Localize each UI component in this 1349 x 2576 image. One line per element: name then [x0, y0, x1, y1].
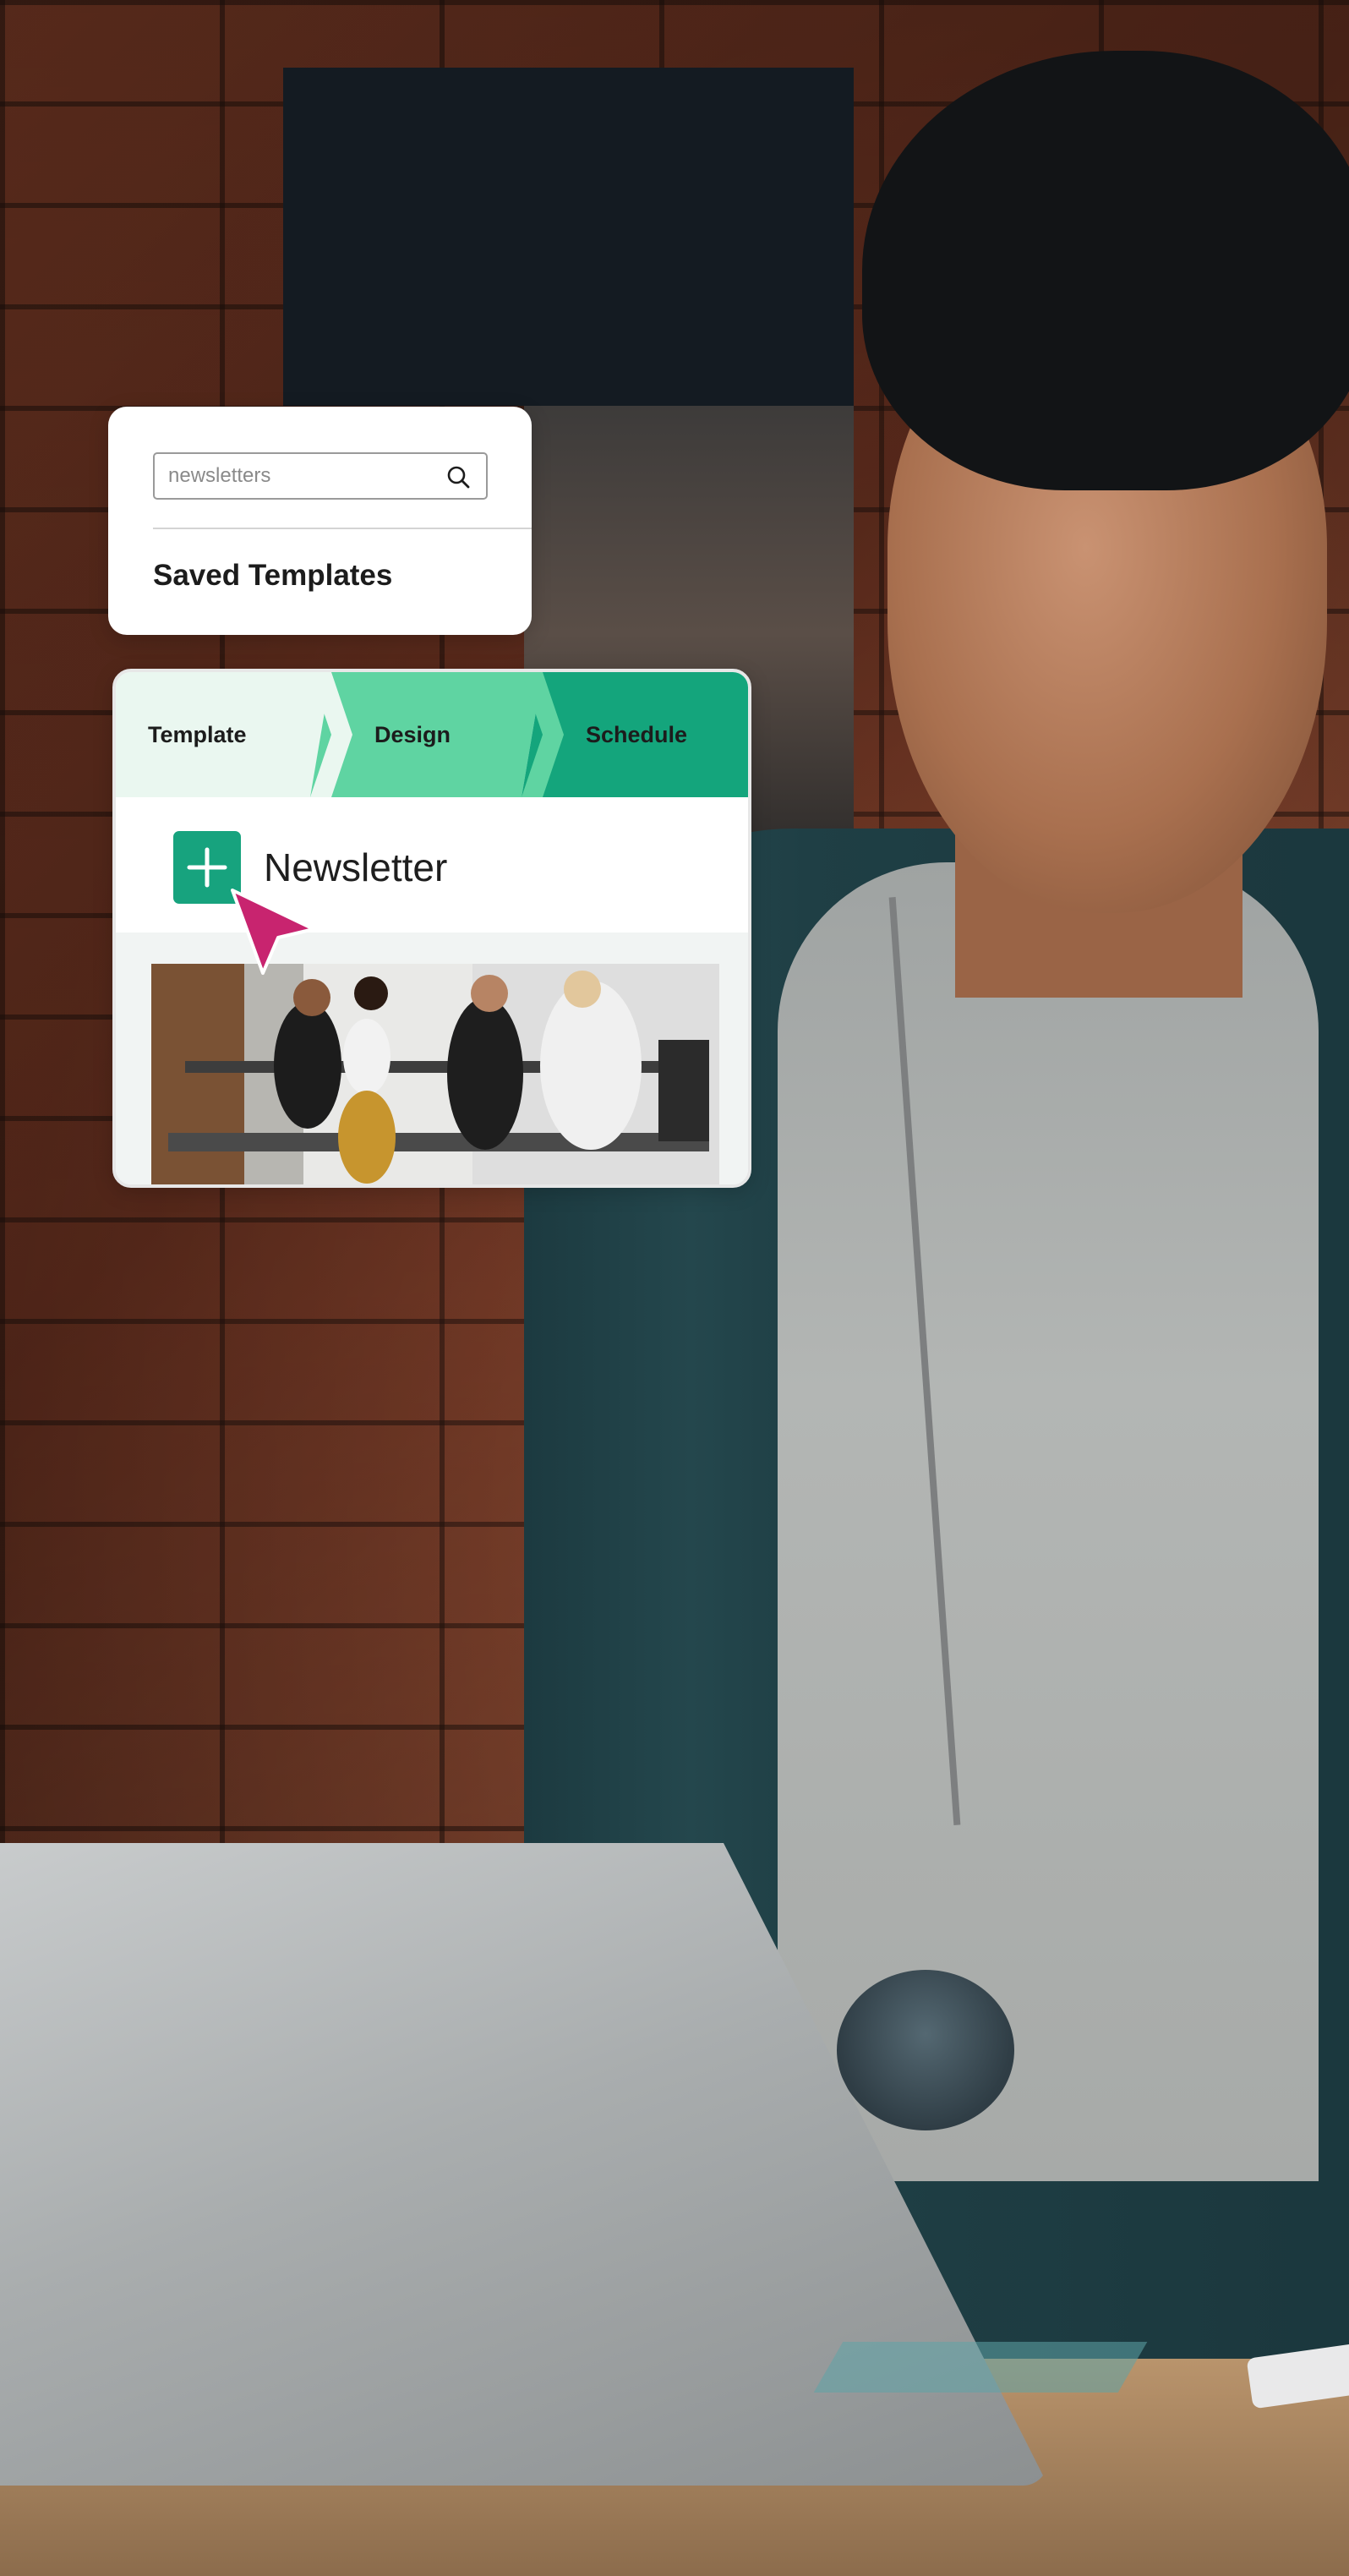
- search-icon[interactable]: [445, 464, 471, 489]
- background-photo: [0, 0, 1349, 2576]
- step-template[interactable]: Template: [148, 672, 247, 797]
- pointer-cursor-icon: [231, 889, 315, 975]
- newsletter-image: [151, 964, 719, 1184]
- search-input[interactable]: [168, 464, 422, 488]
- person-hair: [862, 51, 1349, 490]
- step-schedule[interactable]: Schedule: [586, 672, 687, 797]
- divider: [153, 528, 532, 529]
- treadmill-runners-photo: [151, 964, 719, 1184]
- saved-templates-heading[interactable]: Saved Templates: [153, 559, 392, 593]
- dark-window: [283, 68, 854, 406]
- saved-templates-card: Saved Templates: [108, 407, 532, 635]
- search-box[interactable]: [153, 452, 488, 500]
- badge-holder: [837, 1970, 1014, 2130]
- person-shirt: [778, 862, 1319, 2181]
- step-design[interactable]: Design: [374, 672, 451, 797]
- newsletter-builder-card: Template Design Schedule Newsletter: [112, 669, 751, 1188]
- newsletter-title: Newsletter: [264, 845, 448, 889]
